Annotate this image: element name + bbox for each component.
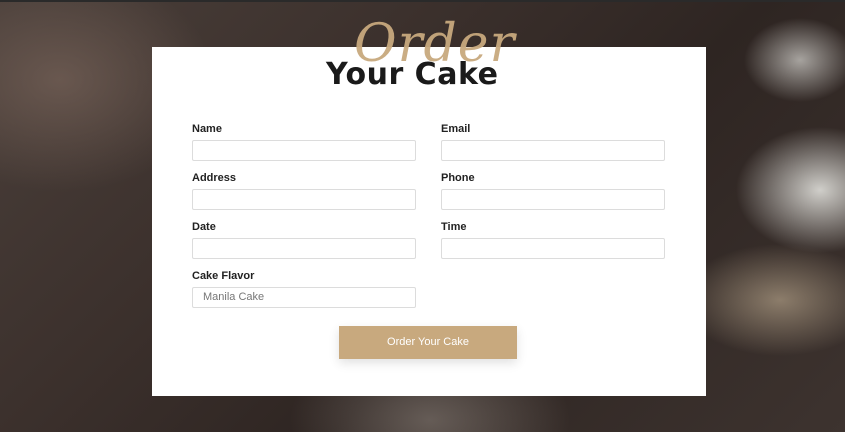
page-title: Your Cake [326,57,499,92]
window-top-border [0,0,845,2]
date-label: Date [192,221,216,233]
time-label: Time [441,221,467,233]
name-field[interactable] [192,140,416,161]
time-field[interactable] [441,238,665,259]
cake-flavor-label: Cake Flavor [192,270,255,282]
phone-field[interactable] [441,189,665,210]
phone-label: Phone [441,172,475,184]
order-your-cake-button[interactable]: Order Your Cake [339,326,517,359]
name-label: Name [192,123,222,135]
email-field[interactable] [441,140,665,161]
address-field[interactable] [192,189,416,210]
email-label: Email [441,123,471,135]
cake-flavor-field[interactable]: Manila Cake [192,287,416,308]
address-label: Address [192,172,237,184]
date-field[interactable] [192,238,416,259]
